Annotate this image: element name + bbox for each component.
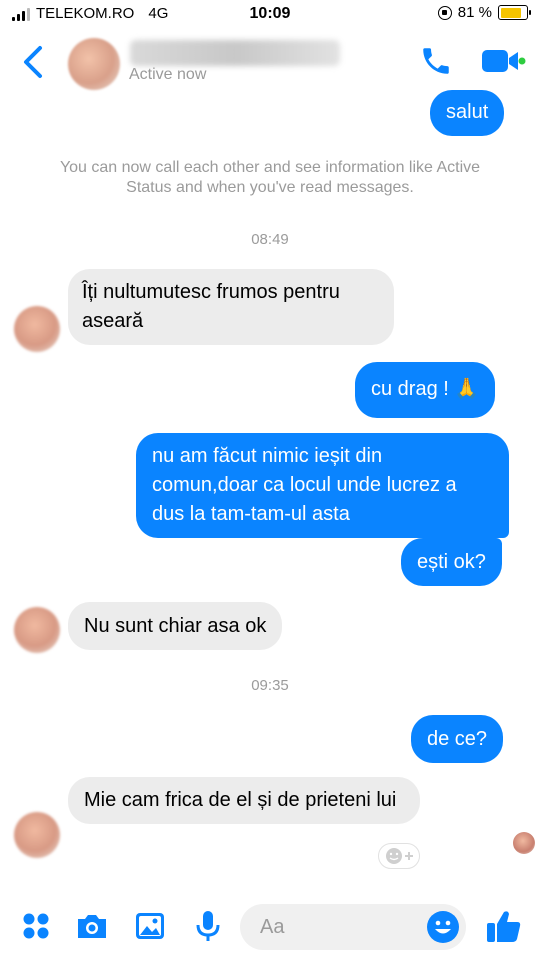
contact-status: Active now — [129, 66, 207, 83]
more-actions-icon[interactable] — [18, 908, 54, 944]
sender-avatar[interactable] — [14, 812, 60, 858]
status-right: 81 % — [437, 4, 531, 21]
battery-fill — [500, 7, 521, 18]
emoji-icon[interactable] — [426, 910, 460, 944]
message-incoming[interactable]: Îți nultumutesc frumos pentru aseară — [68, 269, 394, 345]
status-bar: TELEKOM.RO 4G 10:09 81 % — [0, 0, 540, 30]
plus-icon — [404, 852, 413, 860]
chat-header: Active now — [0, 30, 540, 94]
timestamp: 09:35 — [251, 677, 289, 694]
call-permission-notice: You can now call each other and see info… — [59, 159, 481, 196]
gallery-icon[interactable] — [132, 908, 168, 944]
smiley-icon — [385, 848, 402, 864]
sender-avatar[interactable] — [14, 607, 60, 653]
composer-bar — [0, 896, 540, 960]
sender-avatar[interactable] — [14, 306, 60, 352]
camera-icon[interactable] — [74, 908, 110, 944]
timestamp: 08:49 — [251, 231, 289, 248]
rotation-lock-icon — [437, 5, 452, 20]
message-outgoing[interactable]: ești ok? — [401, 538, 502, 586]
thumbs-up-icon[interactable] — [484, 906, 524, 946]
add-reaction-button[interactable] — [378, 843, 420, 869]
message-outgoing[interactable]: salut — [430, 90, 505, 136]
back-chevron-icon[interactable] — [18, 44, 48, 80]
message-outgoing[interactable]: nu am făcut nimic ieșit din comun,doar c… — [136, 433, 509, 538]
video-call-icon[interactable] — [480, 46, 526, 76]
message-input[interactable] — [260, 912, 410, 942]
battery-icon — [498, 5, 531, 20]
contact-name[interactable] — [130, 40, 340, 66]
seen-receipt-avatar — [513, 832, 535, 854]
message-incoming[interactable]: Nu sunt chiar asa ok — [68, 602, 283, 650]
message-input-container[interactable] — [240, 904, 466, 950]
message-outgoing[interactable]: cu drag ! 🙏 — [355, 362, 496, 418]
phone-call-icon[interactable] — [418, 44, 454, 78]
message-outgoing[interactable]: de ce? — [411, 715, 504, 763]
battery-percent: 81 % — [457, 4, 492, 21]
contact-avatar[interactable] — [68, 38, 120, 90]
message-incoming[interactable]: Mie cam frica de el și de prieteni lui — [68, 777, 420, 824]
microphone-icon[interactable] — [190, 908, 226, 944]
